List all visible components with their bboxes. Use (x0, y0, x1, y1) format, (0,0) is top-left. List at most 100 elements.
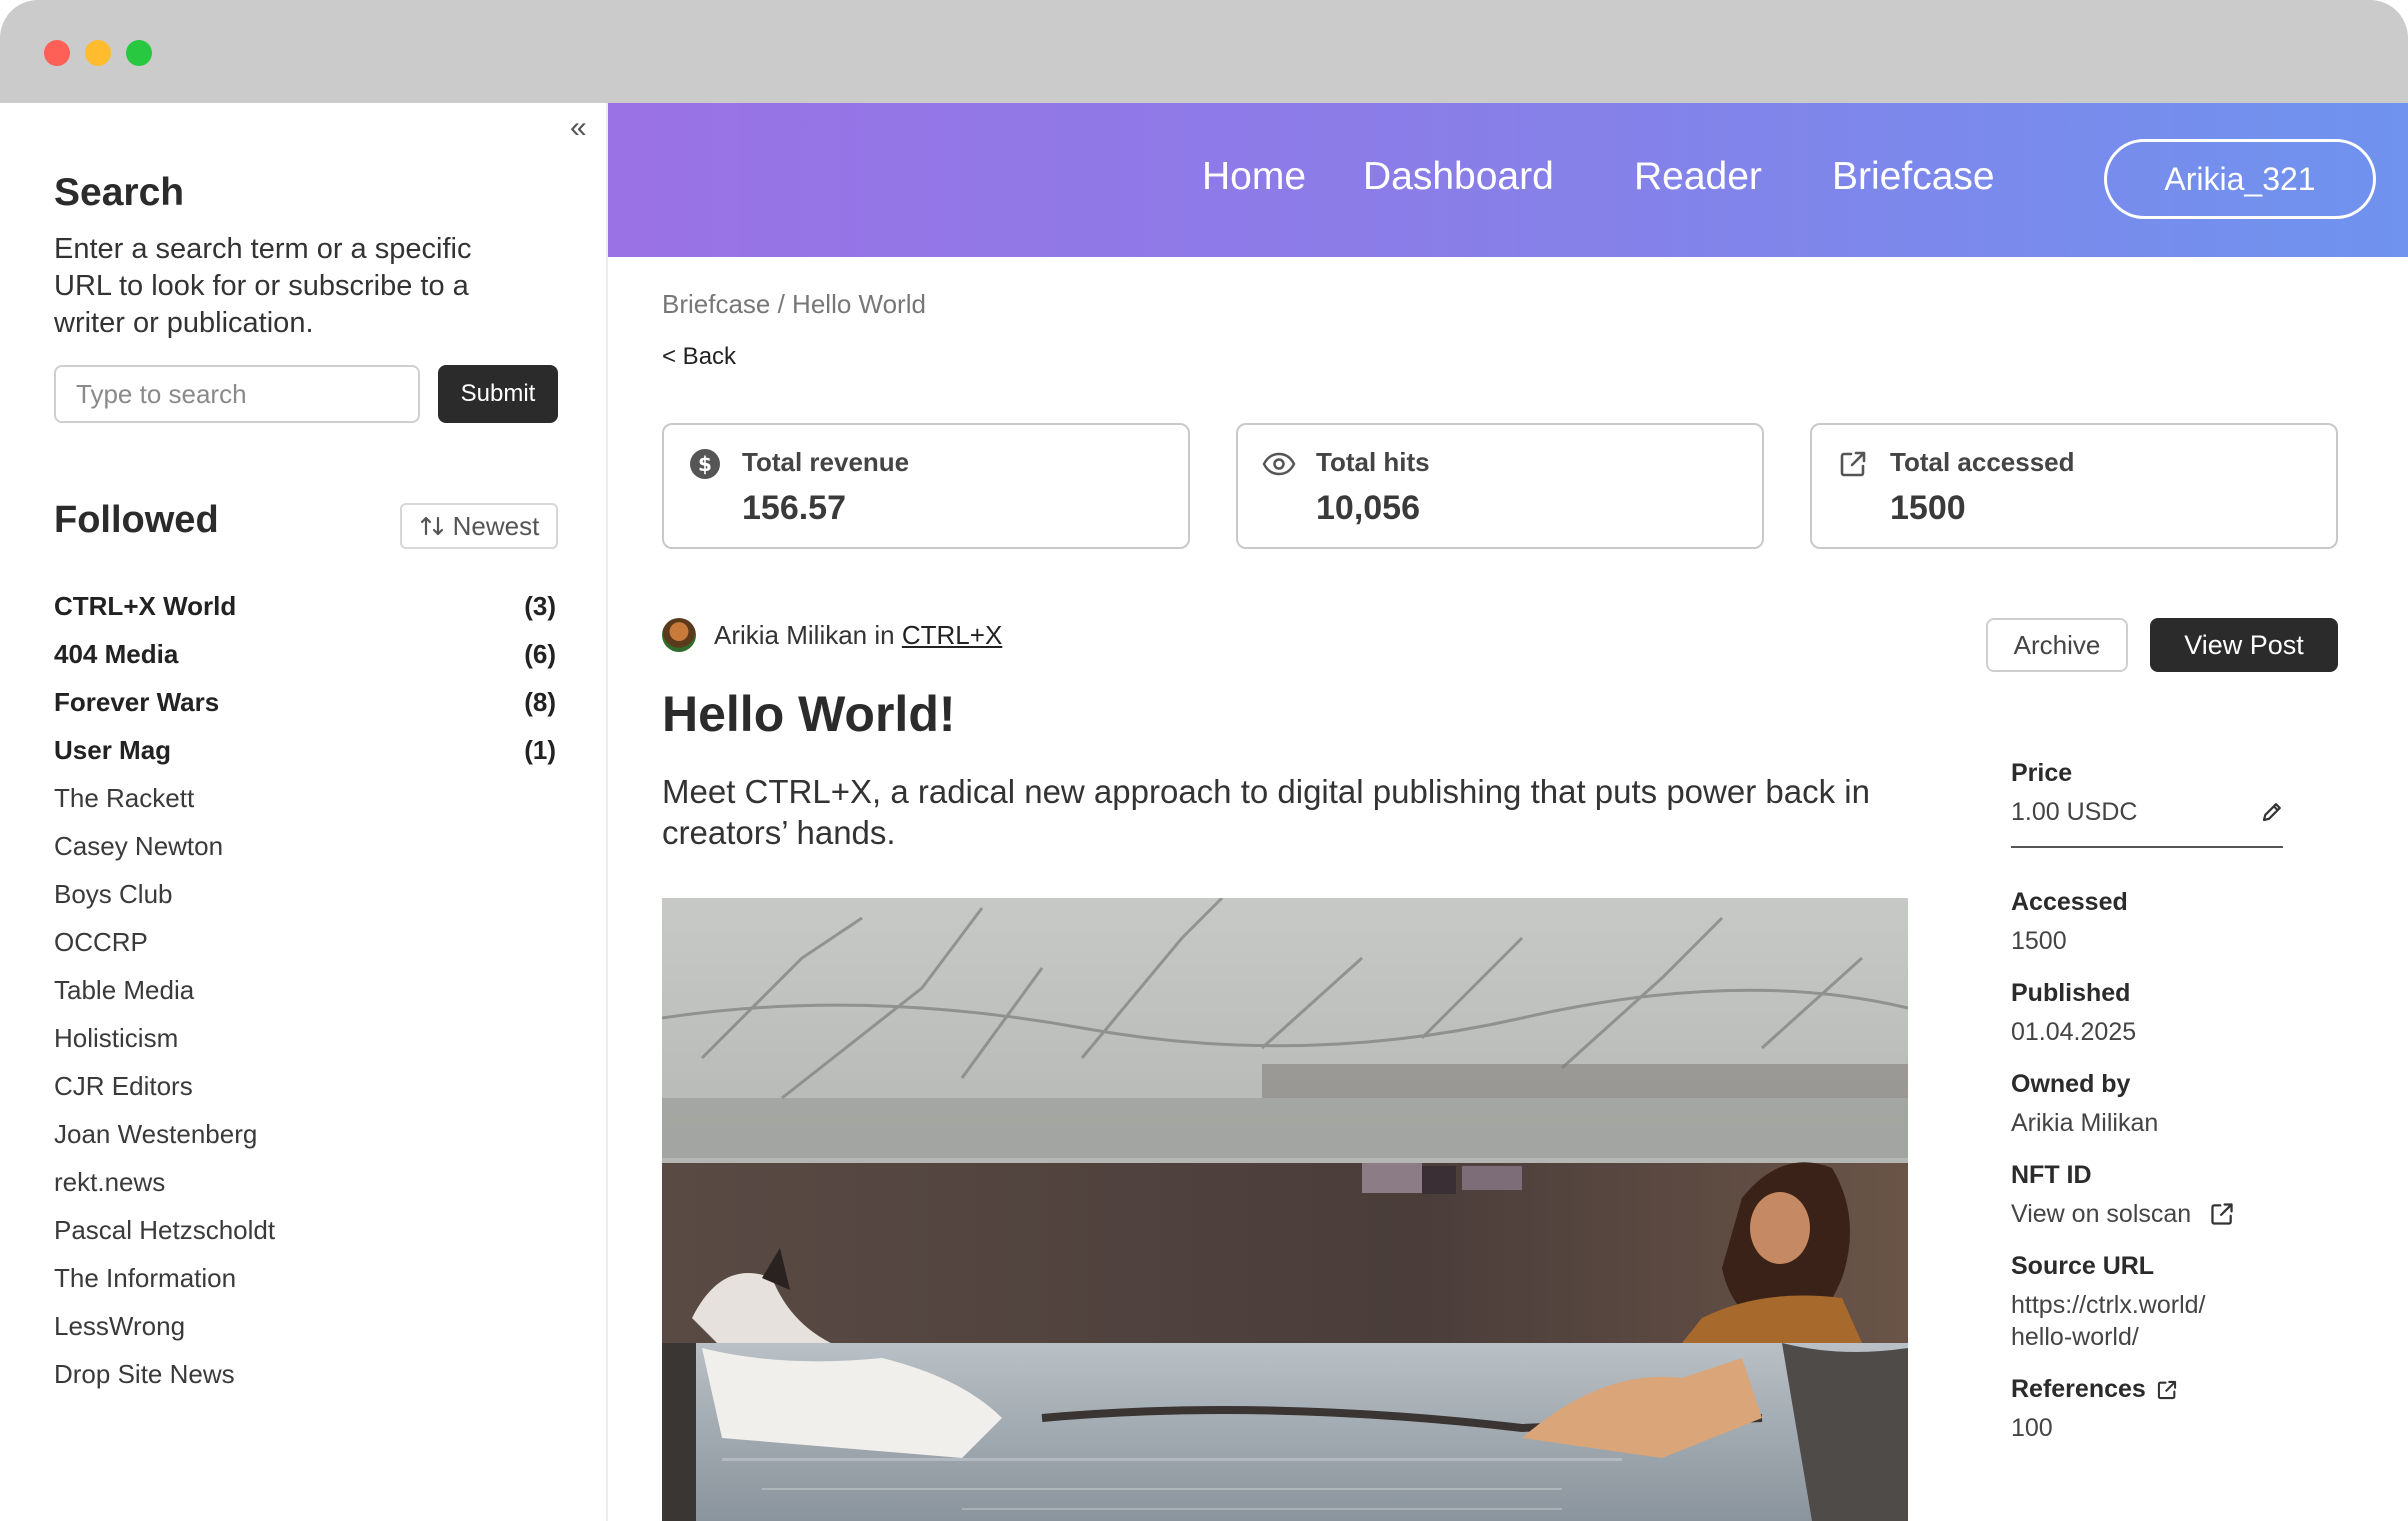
source-url-value[interactable]: https://ctrlx.world/ hello-world/ (2011, 1289, 2261, 1353)
back-link[interactable]: < Back (662, 343, 736, 371)
followed-item[interactable]: 404 Media (6) (54, 630, 556, 678)
followed-item-name: rekt.news (54, 1166, 166, 1197)
post-title: Hello World! (662, 686, 956, 742)
stat-label: Total revenue (742, 447, 910, 477)
in-label: in (874, 619, 895, 650)
followed-item-name: Casey Newton (54, 830, 224, 861)
author-avatar (662, 618, 696, 652)
stat-value: 156.57 (742, 489, 846, 527)
followed-item[interactable]: Casey Newton (54, 822, 556, 870)
source-url-label: Source URL (2011, 1252, 2155, 1280)
stat-label: Total accessed (1890, 447, 2075, 477)
external-link-icon (2211, 1203, 2233, 1225)
external-link-icon (1836, 447, 1870, 481)
followed-item-count: (6) (524, 638, 556, 669)
followed-item-name: OCCRP (54, 926, 148, 957)
stat-label: Total hits (1316, 447, 1430, 477)
published-label: Published (2011, 979, 2131, 1007)
maximize-window-button[interactable] (126, 40, 152, 66)
sort-newest-button[interactable]: Newest (400, 503, 558, 549)
references-value: 100 (2011, 1414, 2053, 1442)
followed-item-name: 404 Media (54, 638, 179, 669)
user-account-button[interactable]: Arikia_321 (2104, 139, 2376, 219)
followed-item[interactable]: Boys Club (54, 870, 556, 918)
top-navbar: Home Dashboard Reader Briefcase Arikia_3… (608, 103, 2408, 257)
references-label-text: References (2011, 1375, 2146, 1403)
followed-item-name: Holisticism (54, 1022, 179, 1053)
followed-item-name: Pascal Hetzscholdt (54, 1214, 276, 1245)
post-cover-image (662, 898, 1908, 1521)
edit-pencil-icon[interactable] (2261, 801, 2283, 823)
archive-button[interactable]: Archive (1986, 618, 2128, 672)
accessed-label: Accessed (2011, 888, 2128, 916)
svg-text:$: $ (698, 452, 712, 476)
post-metadata-panel: Price 1.00 USDC Accessed 1500 Published … (2011, 759, 2331, 1466)
followed-item-name: LessWrong (54, 1310, 186, 1341)
followed-item[interactable]: Forever Wars (8) (54, 678, 556, 726)
followed-item[interactable]: OCCRP (54, 918, 556, 966)
main-content: Home Dashboard Reader Briefcase Arikia_3… (608, 103, 2408, 1521)
followed-item-name: CTRL+X World (54, 590, 237, 621)
accessed-value: 1500 (2011, 927, 2067, 955)
owned-by-label: Owned by (2011, 1070, 2131, 1098)
eye-icon (1262, 447, 1296, 481)
followed-item[interactable]: Holisticism (54, 1014, 556, 1062)
followed-item[interactable]: CJR Editors (54, 1062, 556, 1110)
collapse-sidebar-icon[interactable]: « (570, 113, 587, 143)
followed-item-name: The Rackett (54, 782, 195, 813)
submit-button[interactable]: Submit (438, 365, 558, 423)
view-post-button[interactable]: View Post (2150, 618, 2338, 672)
publication-link[interactable]: CTRL+X (902, 620, 1002, 650)
owned-by-value: Arikia Milikan (2011, 1109, 2159, 1137)
search-input[interactable] (54, 365, 420, 423)
followed-item-name: Table Media (54, 974, 195, 1005)
external-link-icon (2157, 1380, 2176, 1399)
nft-id-label: NFT ID (2011, 1161, 2092, 1189)
followed-item[interactable]: Table Media (54, 966, 556, 1014)
nav-home[interactable]: Home (1202, 155, 1306, 199)
price-value: 1.00 USDC (2011, 798, 2138, 826)
followed-item-name: Drop Site News (54, 1358, 235, 1389)
followed-item[interactable]: rekt.news (54, 1158, 556, 1206)
followed-item-name: Forever Wars (54, 686, 220, 717)
price-field[interactable]: 1.00 USDC (2011, 796, 2283, 848)
nav-reader[interactable]: Reader (1634, 155, 1762, 199)
close-window-button[interactable] (44, 40, 70, 66)
followed-item[interactable]: Joan Westenberg (54, 1110, 556, 1158)
followed-item[interactable]: LessWrong (54, 1302, 556, 1350)
breadcrumb[interactable]: Briefcase / Hello World (662, 289, 926, 320)
search-description: Enter a search term or a specific URL to… (54, 233, 472, 339)
stat-card-accessed: Total accessed 1500 (1810, 423, 2338, 549)
search-title: Search (54, 171, 185, 214)
followed-item-name: Joan Westenberg (54, 1118, 258, 1149)
followed-item[interactable]: Pascal Hetzscholdt (54, 1206, 556, 1254)
solscan-link-text: View on solscan (2011, 1200, 2192, 1228)
stat-value: 10,056 (1316, 489, 1420, 527)
stat-card-hits: Total hits 10,056 (1236, 423, 1764, 549)
author-name[interactable]: Arikia Milikan (714, 620, 867, 650)
dollar-icon: $ (688, 447, 722, 481)
sort-arrows-icon (420, 516, 443, 536)
nav-briefcase[interactable]: Briefcase (1832, 155, 1995, 199)
sidebar: « Search Enter a search term or a specif… (0, 103, 608, 1521)
minimize-window-button[interactable] (85, 40, 111, 66)
sort-label: Newest (452, 510, 540, 541)
post-description: Meet CTRL+X, a radical new approach to d… (662, 773, 1870, 851)
followed-item[interactable]: The Information (54, 1254, 556, 1302)
solscan-link[interactable]: View on solscan (2011, 1198, 2331, 1230)
nav-dashboard[interactable]: Dashboard (1363, 155, 1554, 199)
app-window: « Search Enter a search term or a specif… (0, 0, 2408, 1521)
followed-item[interactable]: User Mag (1) (54, 726, 556, 774)
followed-item-count: (8) (524, 686, 556, 717)
followed-item-count: (1) (524, 734, 556, 765)
followed-title: Followed (54, 499, 219, 541)
stat-card-revenue: $ Total revenue 156.57 (662, 423, 1190, 549)
references-label[interactable]: References (2011, 1375, 2331, 1404)
followed-item-count: (3) (524, 590, 556, 621)
price-label: Price (2011, 759, 2073, 787)
published-value: 01.04.2025 (2011, 1018, 2137, 1046)
followed-item-name: Boys Club (54, 878, 173, 909)
followed-item[interactable]: Drop Site News (54, 1350, 556, 1398)
followed-item[interactable]: The Rackett (54, 774, 556, 822)
followed-item[interactable]: CTRL+X World (3) (54, 582, 556, 630)
